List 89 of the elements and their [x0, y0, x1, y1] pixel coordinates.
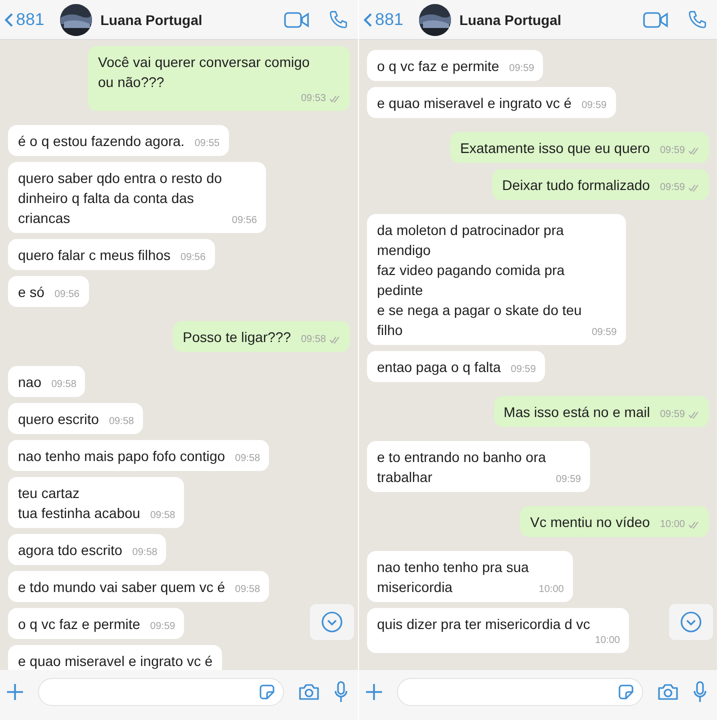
message-time: 09:56: [232, 214, 257, 227]
message-time: 10:00: [594, 634, 620, 647]
message-time: 09:59: [150, 620, 176, 633]
message-time: 10:00: [538, 583, 564, 596]
message-text: da moleton d patrocinador pra mendigo faz video pagando comida pra pedinte e se nega a pagar o skate do teu filho: [377, 221, 582, 340]
sticker-icon: [618, 684, 634, 700]
message-time: 09:58: [51, 378, 76, 391]
message-input-field[interactable]: [397, 678, 643, 706]
double-check-icon: [329, 336, 341, 344]
video-camera-icon: [643, 10, 669, 28]
message-text: nao tenho mais papo fofo contigo: [18, 447, 226, 466]
video-camera-icon: [284, 10, 310, 28]
double-check-icon: [688, 184, 700, 192]
scroll-down-button[interactable]: [669, 604, 713, 640]
message-text: é o q estou fazendo agora.: [18, 132, 185, 151]
contact-name: Luana Portugal: [100, 12, 204, 28]
message-text: Posso te ligar???: [182, 328, 291, 347]
message-text: Mas isso está no e mail: [504, 403, 650, 422]
camera-button[interactable]: [298, 683, 320, 701]
message-time: 09:58: [132, 546, 158, 559]
chevron-down-icon: [680, 611, 702, 633]
microphone-icon: [693, 681, 707, 703]
message-text: Você vai querer conversar comigo ou não???: [98, 53, 310, 92]
message-time: 09:59: [660, 408, 685, 421]
message-text: teu cartaz tua festinha acabou: [18, 484, 140, 523]
voice-call-button[interactable]: [687, 10, 707, 30]
message-text: agora tdo escrito: [18, 541, 122, 560]
message-text: e só: [18, 283, 44, 302]
attach-button[interactable]: [365, 683, 383, 701]
message-text: quis dizer pra ter misericordia d vc: [377, 615, 590, 634]
message-time: 09:56: [180, 251, 206, 264]
plus-icon: [6, 683, 24, 701]
voice-call-button[interactable]: [328, 10, 348, 30]
message-text: e quao miseravel e ingrato vc é: [377, 94, 572, 113]
message-time: 09:56: [54, 288, 80, 301]
phone-icon: [328, 10, 348, 30]
double-check-icon: [688, 146, 700, 154]
plus-icon: [365, 683, 383, 701]
message-time: 09:58: [235, 452, 260, 465]
message-time: 09:59: [660, 181, 685, 194]
message-text: e to entrando no banho ora trabalhar: [377, 448, 546, 487]
phone-icon: [687, 10, 707, 30]
double-check-icon: [688, 410, 700, 418]
message-text: nao: [18, 373, 42, 392]
message-text: o q vc faz e permite: [377, 57, 500, 76]
contact-name: Luana Portugal: [459, 12, 562, 28]
message-text: nao tenho tenho pra sua misericordia: [377, 558, 529, 597]
chevron-down-icon: [321, 611, 343, 633]
microphone-icon: [334, 681, 348, 703]
message-input-field[interactable]: [38, 678, 284, 706]
message-text: entao paga o q falta: [377, 358, 501, 377]
microphone-button[interactable]: [693, 681, 707, 703]
message-time: 09:53: [300, 92, 326, 105]
message-time: 09:59: [582, 99, 607, 112]
message-time: 09:59: [510, 363, 536, 376]
message-text: quero escrito: [18, 410, 99, 429]
camera-icon: [657, 683, 679, 701]
double-check-icon: [329, 94, 341, 102]
chevron-left-icon: [363, 12, 373, 28]
video-call-button[interactable]: [284, 10, 310, 28]
message-time: 09:58: [108, 415, 134, 428]
microphone-button[interactable]: [334, 681, 348, 703]
back-button[interactable]: 881: [363, 10, 404, 30]
message-time: 09:55: [194, 137, 220, 150]
camera-icon: [298, 683, 320, 701]
scroll-down-button[interactable]: [310, 604, 354, 640]
back-button[interactable]: 881: [4, 10, 44, 30]
message-text: e quao miseravel e ingrato vc é: [18, 652, 213, 670]
chevron-left-icon: [4, 12, 14, 28]
double-check-icon: [688, 520, 700, 528]
message-time: 09:59: [509, 62, 534, 75]
message-text: e tdo mundo vai saber quem vc é: [18, 578, 226, 597]
message-time: 09:59: [592, 326, 617, 339]
message-text: Deixar tudo formalizado: [502, 176, 650, 195]
sticker-icon: [259, 684, 275, 700]
message-time: 10:00: [660, 518, 685, 531]
message-time: 09:58: [235, 583, 260, 596]
message-text: Exatamente isso que eu quero: [460, 139, 650, 158]
video-call-button[interactable]: [643, 10, 669, 28]
message-text: Vc mentiu no vídeo: [530, 513, 650, 532]
message-time: 09:58: [300, 333, 326, 346]
camera-button[interactable]: [657, 683, 679, 701]
message-text: quero falar c meus filhos: [18, 246, 171, 265]
message-text: quero saber qdo entra o resto do dinheiro q falta da conta das criancas: [18, 169, 222, 228]
message-time: 09:59: [556, 473, 581, 486]
message-time: 09:58: [150, 509, 176, 522]
message-time: 09:59: [660, 144, 685, 157]
attach-button[interactable]: [6, 683, 24, 701]
message-text: o q vc faz e permite: [18, 615, 140, 634]
